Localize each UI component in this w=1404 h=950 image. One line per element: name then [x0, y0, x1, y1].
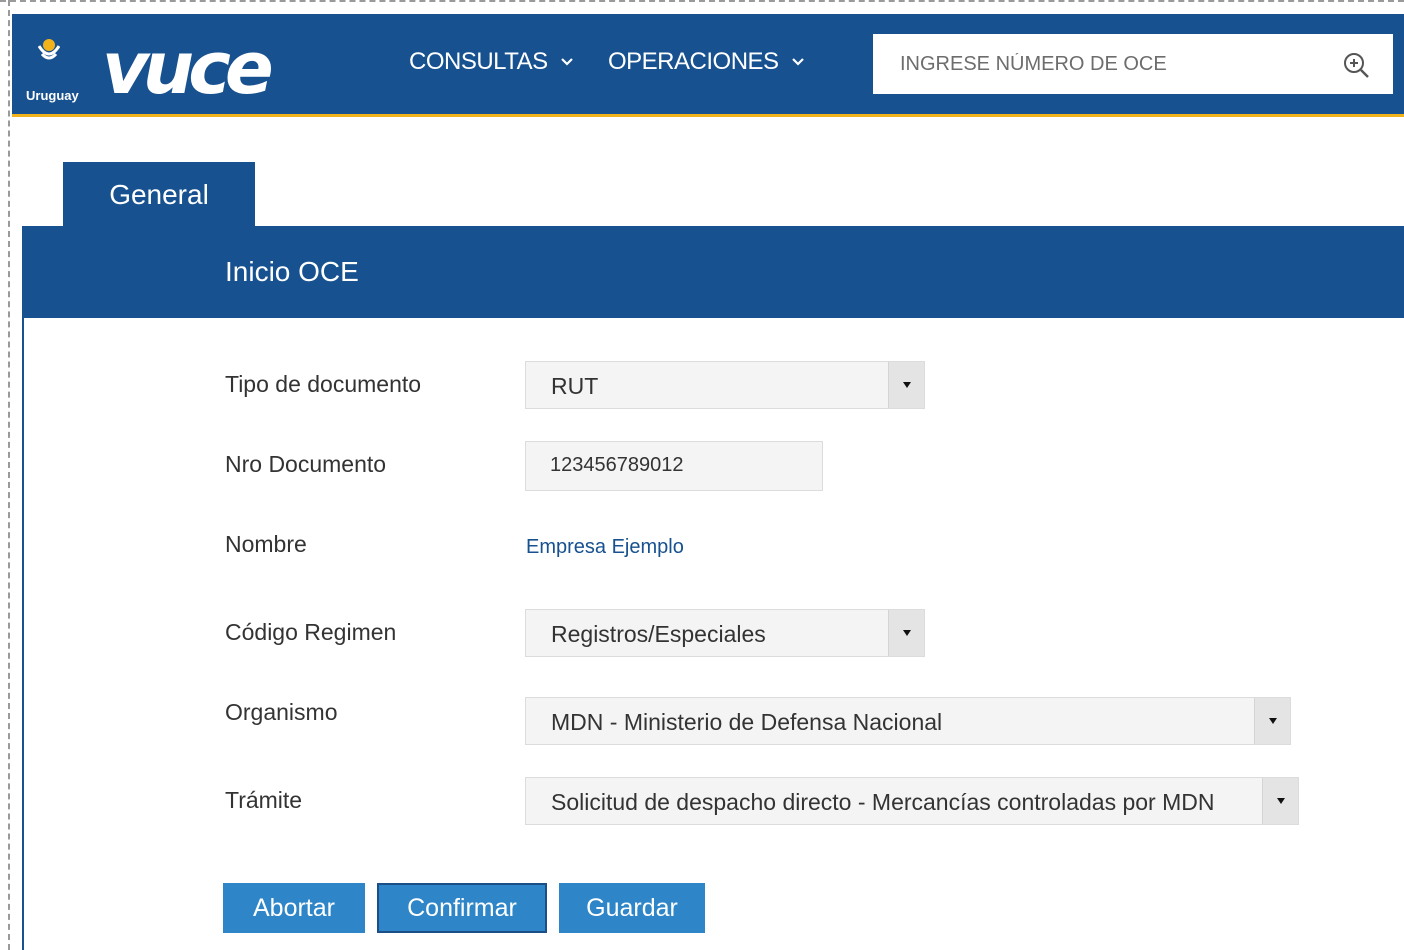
tipo-documento-value: RUT [551, 373, 599, 399]
tab-general[interactable]: General [63, 162, 255, 228]
tramite-value: Solicitud de despacho directo - Mercancí… [551, 789, 1215, 815]
organismo-select[interactable]: MDN - Ministerio de Defensa Nacional [525, 697, 1291, 745]
zoom-search-icon[interactable] [1341, 50, 1371, 80]
guardar-button[interactable]: Guardar [559, 883, 705, 933]
form-panel [22, 226, 1404, 950]
chevron-down-icon [560, 58, 573, 66]
screenshot-frame-top [0, 0, 1404, 2]
confirmar-button[interactable]: Confirmar [377, 883, 547, 933]
organismo-value: MDN - Ministerio de Defensa Nacional [551, 709, 943, 735]
dropdown-arrow-icon [888, 610, 924, 656]
tramite-label: Trámite [225, 787, 303, 813]
logo-wordmark: vuce [102, 26, 274, 110]
panel-title: Inicio OCE [225, 256, 359, 287]
codigo-regimen-select[interactable]: Registros/Especiales [525, 609, 925, 657]
nro-documento-input[interactable] [550, 454, 810, 477]
oce-search-box [873, 34, 1393, 94]
oce-search-input[interactable] [898, 51, 1342, 77]
tipo-documento-label: Tipo de documento [225, 371, 422, 397]
tipo-documento-select[interactable]: RUT [525, 361, 925, 409]
nombre-value: Empresa Ejemplo [526, 536, 684, 558]
screenshot-frame-left [8, 0, 10, 950]
chevron-down-icon [791, 58, 804, 66]
tab-general-label: General [109, 179, 209, 210]
vuce-logo[interactable]: Uruguay vuce [20, 24, 310, 110]
dropdown-arrow-icon [888, 362, 924, 408]
nav-operaciones[interactable]: OPERACIONES [608, 48, 805, 76]
nro-documento-field [525, 441, 823, 491]
nro-documento-label: Nro Documento [225, 451, 387, 477]
nombre-label: Nombre [225, 531, 307, 557]
nav-consultas-label: CONSULTAS [409, 48, 548, 75]
nav-consultas[interactable]: CONSULTAS [409, 48, 574, 76]
nav-operaciones-label: OPERACIONES [608, 48, 779, 75]
dropdown-arrow-icon [1262, 778, 1298, 824]
sun-icon [38, 39, 60, 60]
logo-country-label: Uruguay [26, 88, 79, 103]
abortar-button[interactable]: Abortar [223, 883, 365, 933]
tramite-select[interactable]: Solicitud de despacho directo - Mercancí… [525, 777, 1299, 825]
codigo-regimen-label: Código Regimen [225, 619, 397, 645]
top-navigation-bar: Uruguay vuce CONSULTAS OPERACIONES [12, 14, 1404, 117]
codigo-regimen-value: Registros/Especiales [551, 621, 766, 647]
panel-header: Inicio OCE [24, 226, 1404, 318]
dropdown-arrow-icon [1254, 698, 1290, 744]
organismo-label: Organismo [225, 699, 338, 725]
